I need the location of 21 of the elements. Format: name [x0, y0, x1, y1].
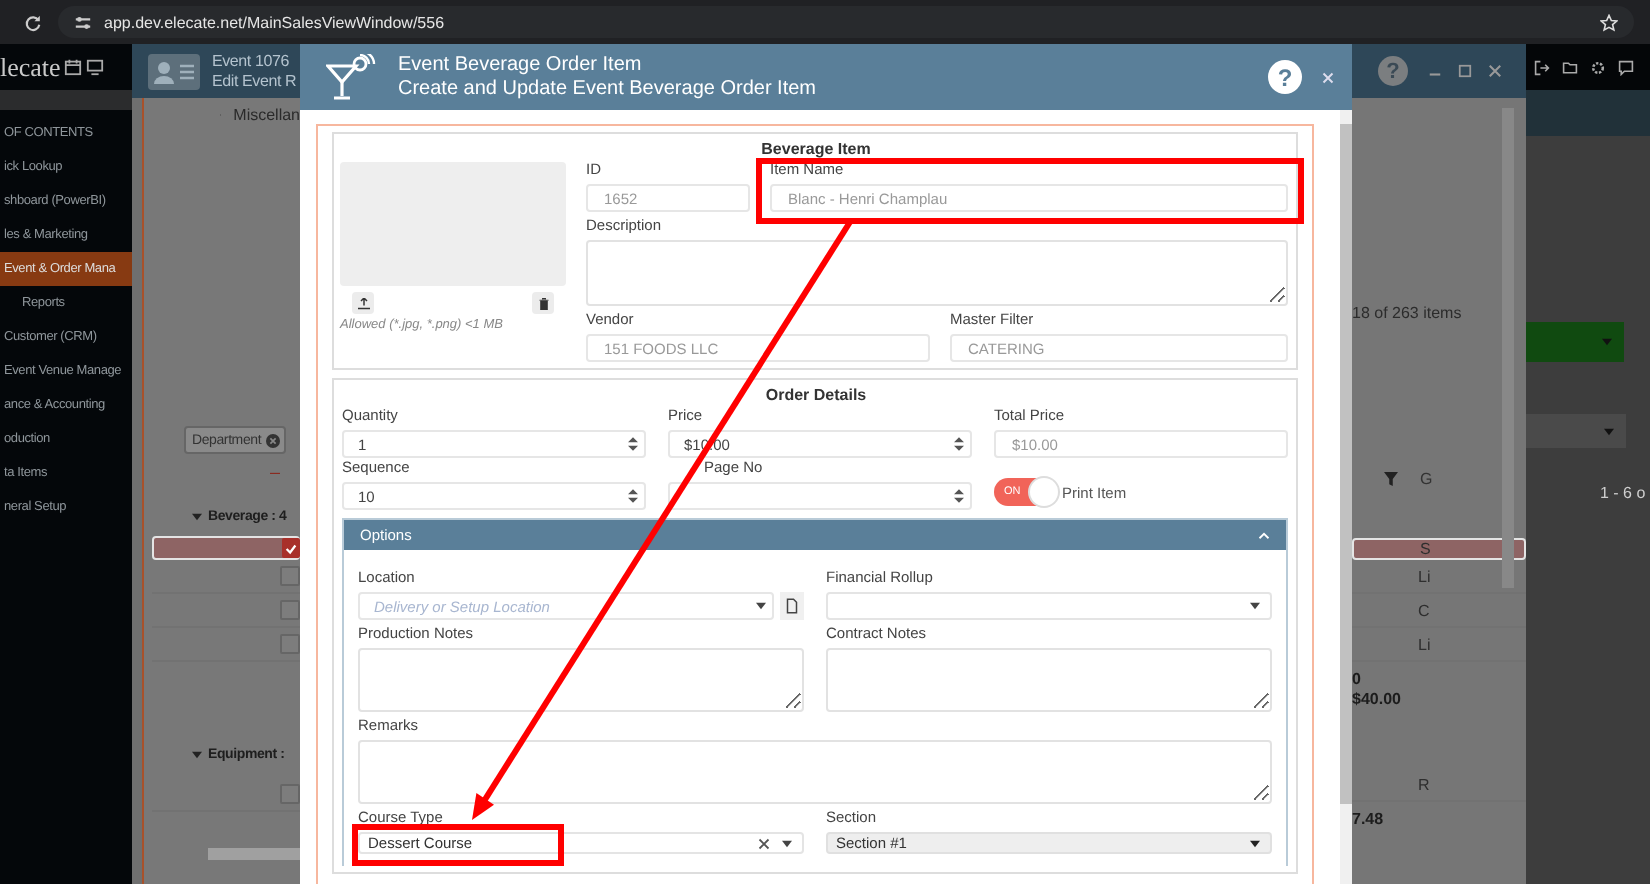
total-text: 7.48 [1352, 810, 1386, 828]
table-cell: Li [1418, 567, 1431, 585]
pager-text: 1 - 6 o [1600, 484, 1648, 502]
logo: lecate [0, 51, 61, 83]
table-cell: S [1420, 540, 1431, 558]
dialog-subtitle: Create and Update Event Beverage Order Item [398, 78, 817, 100]
total-text: 0 [1352, 670, 1363, 688]
section-heading: Order Details [763, 384, 869, 406]
help-icon[interactable]: ? [1268, 60, 1302, 94]
table-cell: C [1418, 601, 1430, 619]
window-subtitle: Edit Event R [212, 72, 297, 90]
dialog-title: Event Beverage Order Item [398, 54, 644, 76]
item-count: 18 of 263 items [1352, 304, 1464, 324]
address-bar[interactable]: app.dev.elecate.net/MainSalesViewWindow/556 [58, 6, 1634, 38]
total-text: $40.00 [1352, 690, 1403, 708]
column-heading: G [1420, 469, 1433, 487]
section-heading: Beverage Item [759, 138, 873, 160]
url-text: app.dev.elecate.net/MainSalesViewWindow/556 [104, 13, 447, 31]
table-cell: Li [1418, 635, 1431, 653]
table-cell: R [1418, 775, 1430, 793]
window-title: Event 1076 [212, 52, 291, 70]
